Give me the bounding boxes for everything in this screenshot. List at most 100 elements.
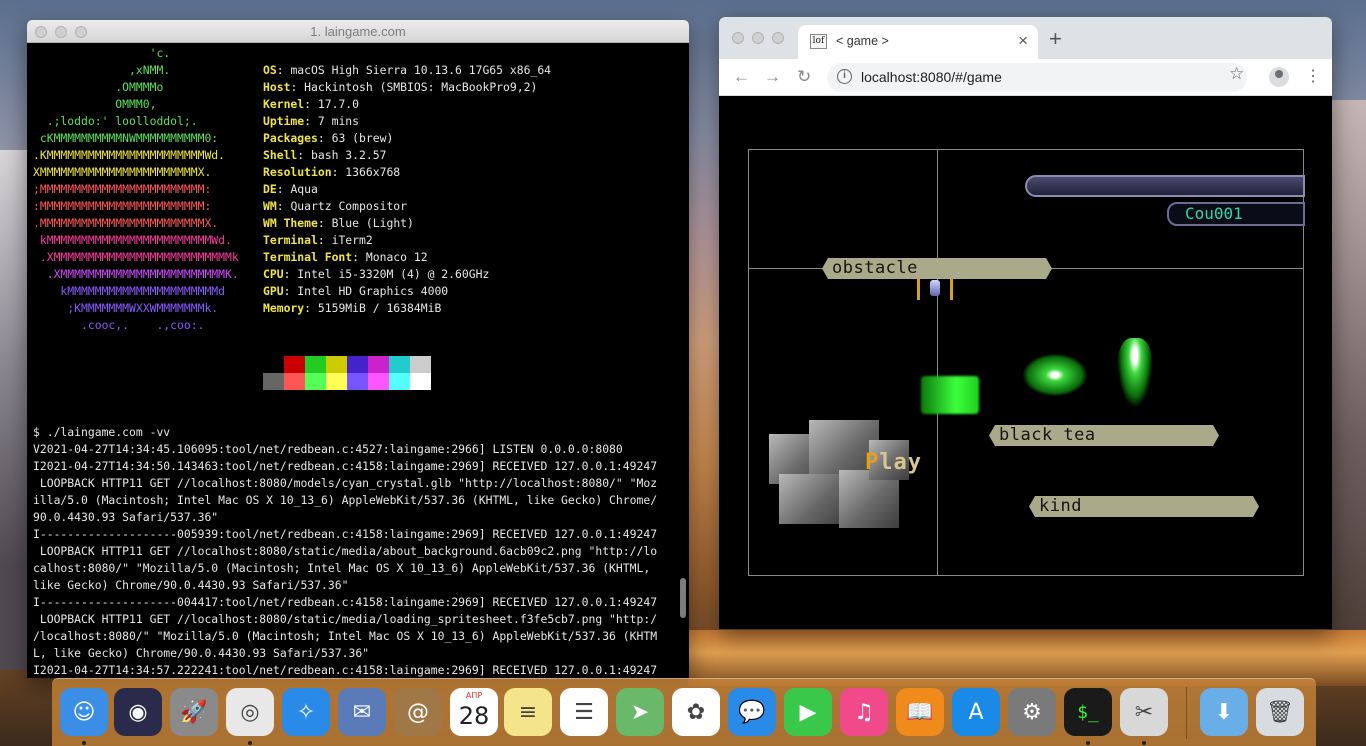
info-key: Packages bbox=[263, 131, 318, 145]
maps-icon[interactable]: ➤ bbox=[616, 688, 664, 736]
logo-line: .;loddo:' loolloddol;. bbox=[33, 114, 198, 128]
node-label-kind[interactable]: kind bbox=[1029, 496, 1259, 517]
notes-icon[interactable]: ≡ bbox=[504, 688, 552, 736]
play-button[interactable]: Play bbox=[865, 450, 922, 475]
forward-icon[interactable]: → bbox=[764, 67, 781, 87]
info-key: Uptime bbox=[263, 114, 305, 128]
tab-strip: lof < game > × + bbox=[719, 17, 1332, 59]
browser-window-controls bbox=[732, 32, 784, 44]
info-value: iTerm2 bbox=[331, 233, 373, 247]
reminders-icon[interactable]: ☰ bbox=[560, 688, 608, 736]
system-preferences-icon[interactable]: ⚙ bbox=[1008, 688, 1056, 736]
launchpad-icon[interactable]: 🚀 bbox=[170, 688, 218, 736]
game-canvas[interactable]: Cou001 obstacle black tea kind Play bbox=[748, 149, 1305, 576]
info-key: WM bbox=[263, 199, 277, 213]
reload-icon[interactable]: ↻ bbox=[797, 67, 811, 87]
logo-line: .MMMMMMMMMMMMMMMMMMMMMMMMX. bbox=[33, 216, 219, 230]
info-row: WM Theme: Blue (Light) bbox=[263, 216, 414, 230]
new-tab-icon[interactable]: + bbox=[1049, 28, 1062, 50]
close-tab-icon[interactable]: × bbox=[1018, 31, 1028, 51]
terminal-content[interactable]: 'c. ,xNMM. .OMMMMo OMMM0, .;loddo:' lool… bbox=[27, 43, 689, 678]
palette-swatch bbox=[326, 356, 347, 373]
logo-line: .XMMMMMMMMMMMMMMMMMMMMMMMMMMk bbox=[33, 250, 239, 264]
node-label-black-tea[interactable]: black tea bbox=[989, 425, 1219, 446]
bookmark-star-icon[interactable]: ☆ bbox=[1229, 64, 1244, 84]
running-indicator bbox=[1142, 741, 1146, 745]
downloads-folder-icon[interactable]: ⬇ bbox=[1200, 688, 1248, 736]
info-value: bash 3.2.57 bbox=[311, 148, 387, 162]
info-row: Memory: 5159MiB / 16384MiB bbox=[263, 301, 442, 315]
photos-icon[interactable]: ✿ bbox=[672, 688, 720, 736]
url-text[interactable]: localhost:8080/#/game bbox=[861, 69, 1002, 85]
log-line: I--------------------004417:tool/net/red… bbox=[33, 595, 658, 609]
log-line: V2021-04-27T14:34:45.106095:tool/net/red… bbox=[33, 442, 623, 456]
logo-line: ;MMMMMMMMMMMMMMMMMMMMMMMM: bbox=[33, 182, 212, 196]
info-row: Terminal: iTerm2 bbox=[263, 233, 373, 247]
ibooks-icon[interactable]: 📖 bbox=[896, 688, 944, 736]
facetime-icon[interactable]: ▶ bbox=[784, 688, 832, 736]
close-button[interactable] bbox=[732, 32, 744, 44]
calendar-icon[interactable]: АПР 28 bbox=[450, 688, 498, 736]
info-value: 5159MiB / 16384MiB bbox=[317, 301, 442, 315]
minimize-button[interactable] bbox=[752, 32, 764, 44]
logo-line: kMMMMMMMMMMMMMMMMMMMMMMMMWd. bbox=[33, 233, 232, 247]
info-row: Shell: bash 3.2.57 bbox=[263, 148, 387, 162]
logo-line: XMMMMMMMMMMMMMMMMMMMMMMMX. bbox=[33, 165, 212, 179]
log-line: LOOPBACK HTTP11 GET //localhost:8080/sta… bbox=[33, 612, 658, 626]
terminal-window[interactable]: 1. laingame.com 'c. ,xNMM. .OMMMMo OMMM0… bbox=[27, 20, 689, 678]
info-value: Monaco 12 bbox=[365, 250, 428, 264]
log-line: I2021-04-27T14:34:50.143463:tool/net/red… bbox=[33, 459, 658, 473]
page-viewport[interactable]: Cou001 obstacle black tea kind Play bbox=[719, 96, 1332, 629]
address-bar[interactable]: i localhost:8080/#/game bbox=[827, 63, 1247, 92]
info-row: GPU: Intel HD Graphics 4000 bbox=[263, 284, 449, 298]
info-row: Uptime: 7 mins bbox=[263, 114, 360, 128]
siri-icon[interactable]: ◉ bbox=[114, 688, 162, 736]
profile-avatar-icon[interactable] bbox=[1269, 67, 1289, 87]
palette-swatch bbox=[284, 356, 305, 373]
cube-cluster bbox=[769, 420, 929, 530]
node-sprite-green bbox=[921, 376, 979, 414]
menu-icon[interactable]: ⋮ bbox=[1305, 66, 1321, 86]
palette-swatch bbox=[368, 356, 389, 373]
info-value: macOS High Sierra 10.13.6 17G65 x86_64 bbox=[290, 63, 552, 77]
tab-game[interactable]: lof < game > × bbox=[798, 25, 1038, 59]
hud-node-tag: Cou001 bbox=[1167, 202, 1305, 226]
log-line: LOOPBACK HTTP11 GET //localhost:8080/mod… bbox=[33, 476, 658, 490]
info-key: WM Theme bbox=[263, 216, 318, 230]
info-value: Intel HD Graphics 4000 bbox=[297, 284, 449, 298]
log-line: I--------------------005939:tool/net/red… bbox=[33, 527, 658, 541]
app-store-icon[interactable]: A bbox=[952, 688, 1000, 736]
logo-line: .OMMMMo bbox=[33, 80, 164, 94]
chrome-icon[interactable]: ◎ bbox=[226, 688, 274, 736]
messages-icon[interactable]: 💬 bbox=[728, 688, 776, 736]
browser-window[interactable]: lof < game > × + ← → ↻ i localhost:8080/… bbox=[719, 17, 1332, 629]
logo-line: OMMM0, bbox=[33, 97, 157, 111]
node-sprite-blob bbox=[1023, 354, 1087, 396]
info-row: Resolution: 1366x768 bbox=[263, 165, 401, 179]
terminal-titlebar[interactable]: 1. laingame.com bbox=[27, 20, 689, 43]
finder-icon[interactable]: ☺ bbox=[60, 688, 108, 736]
info-value: Quartz Compositor bbox=[290, 199, 408, 213]
mail-icon[interactable]: ✉ bbox=[338, 688, 386, 736]
neofetch-logo: 'c. ,xNMM. .OMMMMo OMMM0, .;loddo:' lool… bbox=[33, 45, 273, 334]
safari-icon[interactable]: ✧ bbox=[282, 688, 330, 736]
node-label-obstacle[interactable]: obstacle bbox=[822, 258, 1052, 279]
terminal-scrollbar[interactable] bbox=[680, 578, 686, 618]
color-palette bbox=[263, 356, 431, 390]
info-value: Intel i5-3320M (4) @ 2.60GHz bbox=[297, 267, 490, 281]
palette-swatch bbox=[263, 356, 284, 373]
tab-title: < game > bbox=[836, 34, 889, 48]
info-key: Shell bbox=[263, 148, 298, 162]
info-row: Kernel: 17.7.0 bbox=[263, 97, 360, 111]
zoom-button[interactable] bbox=[772, 32, 784, 44]
trash-icon[interactable]: 🗑 bbox=[1256, 688, 1304, 736]
contacts-icon[interactable]: @ bbox=[394, 688, 442, 736]
info-row: OS: macOS High Sierra 10.13.6 17G65 x86_… bbox=[263, 63, 552, 77]
terminal-icon[interactable]: $_ bbox=[1064, 688, 1112, 736]
info-key: Memory bbox=[263, 301, 305, 315]
palette-swatch bbox=[410, 373, 431, 390]
site-info-icon[interactable]: i bbox=[837, 69, 852, 84]
itunes-icon[interactable]: ♫ bbox=[840, 688, 888, 736]
grab-icon[interactable]: ✂ bbox=[1120, 688, 1168, 736]
back-icon[interactable]: ← bbox=[733, 67, 750, 87]
